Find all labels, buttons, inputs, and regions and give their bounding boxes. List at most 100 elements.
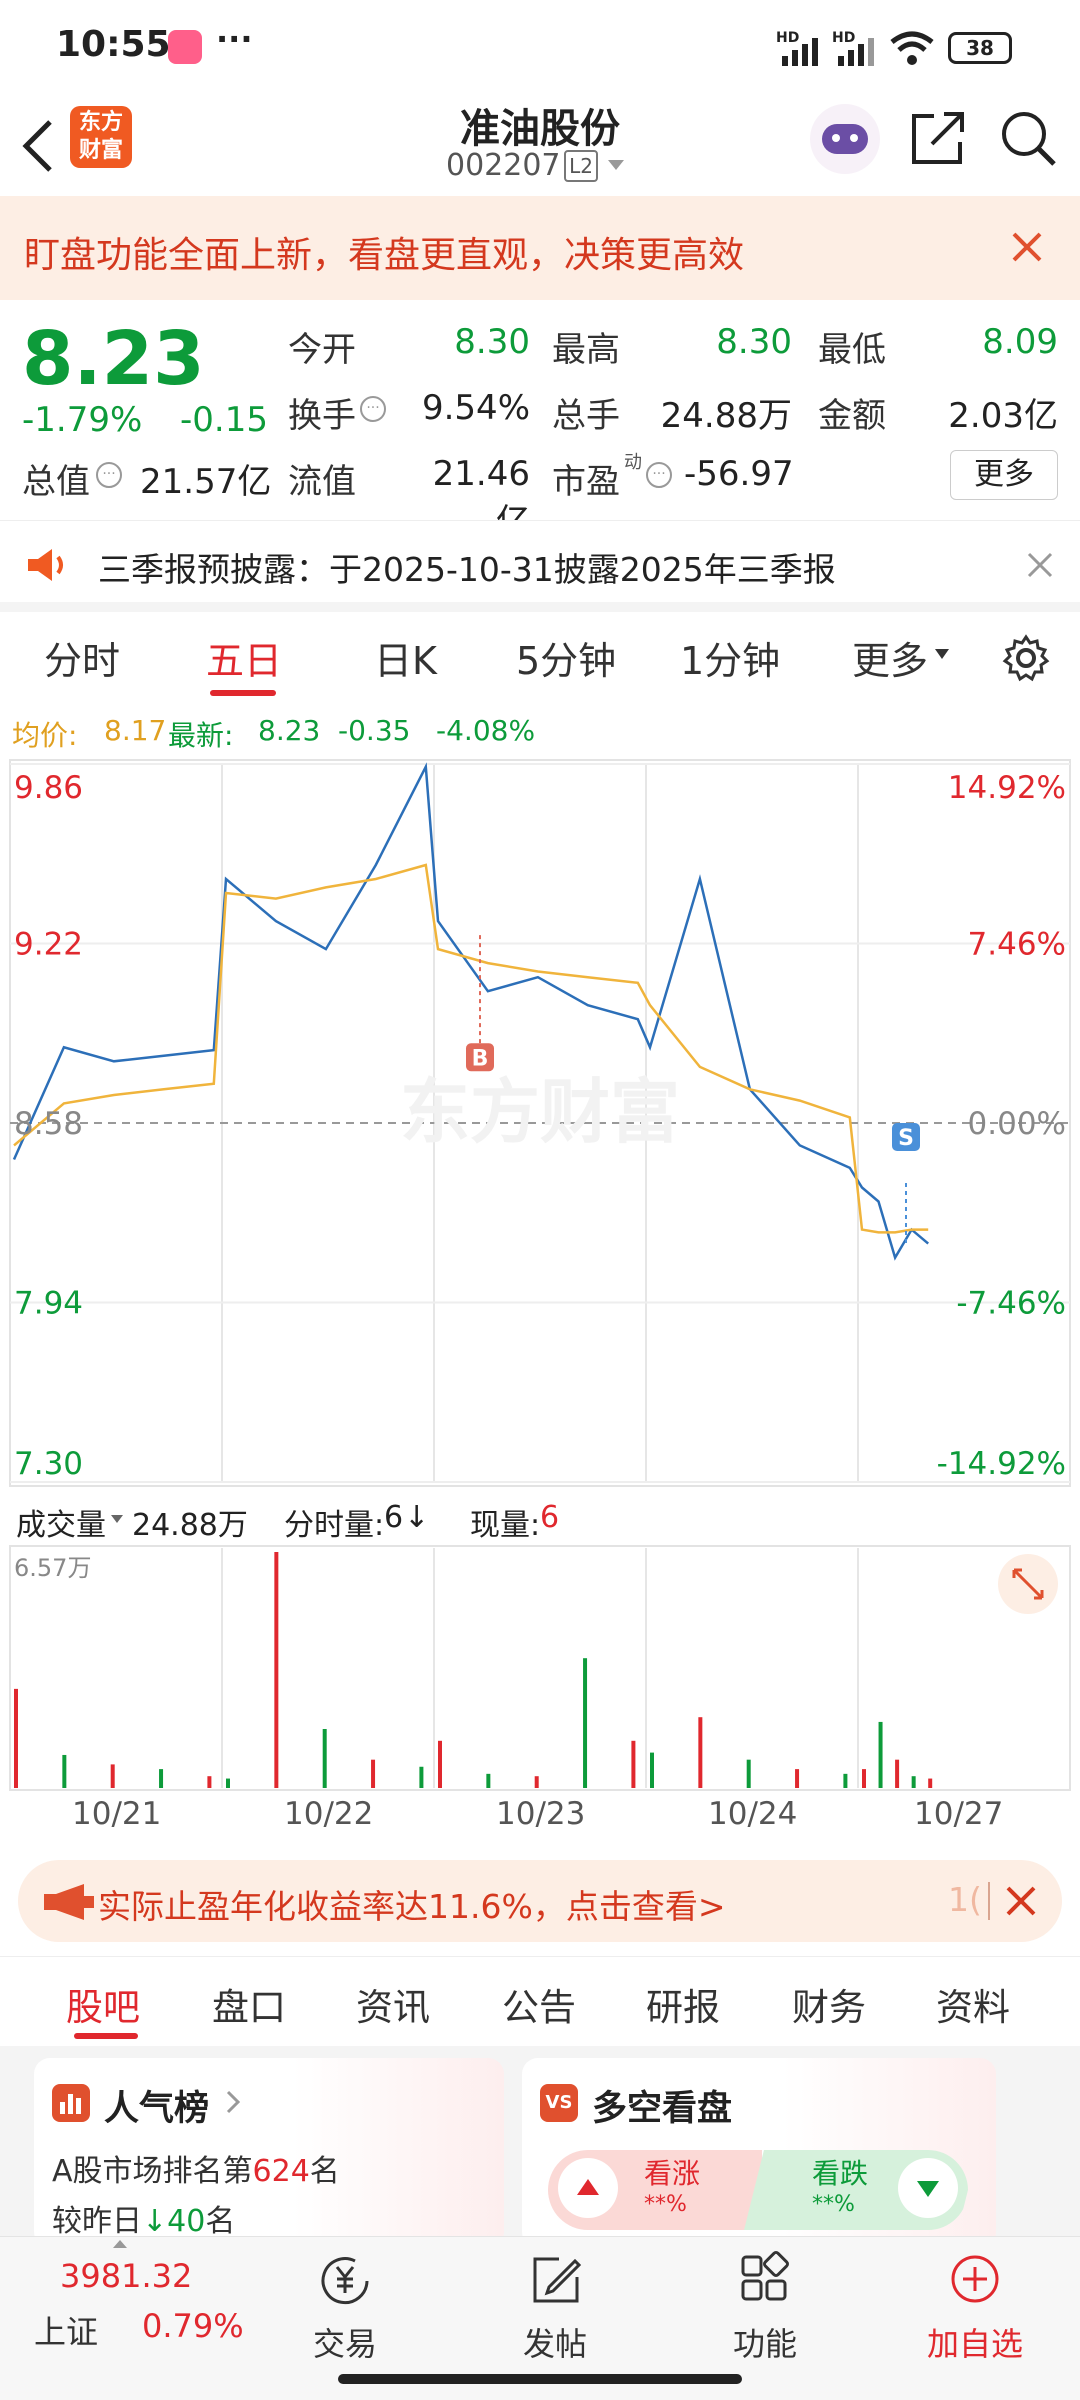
promo-banner[interactable]: 实际止盈年化收益率达11.6%，点击查看> 1(: [18, 1860, 1062, 1942]
y-tick-left: 7.30: [14, 1446, 83, 1482]
more-button[interactable]: 更多: [950, 450, 1058, 500]
volume-bar: [698, 1717, 703, 1788]
speaker-icon: [28, 549, 63, 581]
tab-more-dropdown-icon[interactable]: [934, 648, 950, 660]
x-axis-label: 10/23: [496, 1796, 586, 1832]
popularity-card[interactable]: 人气榜 A股市场排名第624名 较昨日↓40名: [34, 2058, 504, 2248]
logo-line2: 财富: [78, 138, 123, 163]
tab-1min[interactable]: 1分钟: [680, 630, 780, 685]
vote-up-label: 看涨: [644, 2157, 701, 2190]
volume-bar: [226, 1778, 230, 1788]
promo-close-icon[interactable]: [1004, 1884, 1038, 1918]
home-indicator[interactable]: [338, 2374, 742, 2384]
bull-bear-card[interactable]: VS 多空看盘 看涨 **% 看跌 **%: [522, 2058, 996, 2248]
tab-more[interactable]: 更多: [852, 630, 928, 685]
rank-down-arrow-icon: ↓: [142, 2204, 168, 2239]
fenshi-volume-label: 分时量:: [284, 1508, 385, 1543]
volume-bar: [159, 1769, 164, 1788]
trade-marker-s: S: [898, 1126, 914, 1151]
nav-bar: 东方 财富 准油股份 002207 L2: [0, 96, 1080, 196]
tab-announcements[interactable]: 公告: [502, 1977, 576, 2031]
current-volume-label: 现量:: [470, 1508, 541, 1543]
volume-bar: [895, 1759, 900, 1788]
volume-bar: [928, 1778, 933, 1788]
dropdown-icon[interactable]: [606, 158, 626, 172]
info-icon-3[interactable]: ···: [646, 462, 672, 488]
add-watchlist-label: 加自选: [926, 2325, 1023, 2363]
app-logo[interactable]: 东方 财富: [70, 106, 132, 168]
low-value: 8.09: [982, 322, 1058, 362]
back-icon[interactable]: [18, 116, 58, 176]
latest-change: -0.35: [338, 714, 411, 747]
volume-bar: [631, 1740, 636, 1788]
tab-finance[interactable]: 财务: [792, 1977, 866, 2031]
index-name[interactable]: 上证: [34, 2307, 98, 2353]
tab-daily-k[interactable]: 日K: [374, 630, 437, 685]
volume-bar: [274, 1552, 279, 1788]
volume-bar: [746, 1759, 751, 1788]
rank-value: 624: [252, 2154, 310, 2189]
level2-badge[interactable]: L2: [564, 150, 598, 182]
volume-selector[interactable]: 成交量: [16, 1500, 106, 1544]
share-icon[interactable]: [908, 108, 968, 168]
latest-value: 8.23: [258, 714, 321, 747]
current-volume-value: 6: [540, 1500, 560, 1535]
trade-tab[interactable]: 交易: [270, 2251, 420, 2365]
rank-prefix: A股市场排名第: [52, 2154, 253, 2189]
volume-bar: [419, 1766, 424, 1788]
tab-profile[interactable]: 资料: [936, 1977, 1010, 2031]
volume-value: 24.88万: [660, 396, 792, 436]
info-icon-2[interactable]: ···: [96, 462, 122, 488]
price-chart[interactable]: 东方财富 B S 9.86 14.92% 9.22 7.46% 8.58 0.00% 7.94…: [0, 756, 1080, 1492]
add-watchlist-tab[interactable]: 加自选: [900, 2251, 1050, 2365]
vote-up-button[interactable]: [558, 2158, 618, 2218]
close-icon[interactable]: [1010, 230, 1044, 264]
volume-bar: [371, 1759, 376, 1788]
down-triangle-icon: [917, 2181, 939, 2197]
feature-banner[interactable]: 盯盘功能全面上新，看盘更直观，决策更高效: [0, 196, 1080, 300]
y-tick-left: 7.94: [14, 1286, 83, 1322]
x-axis-labels: 10/21 10/22 10/23 10/24 10/27: [0, 1796, 1080, 1846]
pe-superscript: 动: [624, 452, 642, 473]
volume-bar: [911, 1776, 916, 1788]
high-value: 8.30: [716, 322, 792, 362]
vs-badge: VS: [540, 2084, 578, 2122]
volume-down-arrow: ↓: [404, 1500, 430, 1535]
info-icon[interactable]: ···: [360, 396, 386, 422]
volume-chart[interactable]: 6.57万: [0, 1544, 1080, 1794]
tab-5min[interactable]: 5分钟: [516, 630, 616, 685]
y-tick-right: -7.46%: [956, 1286, 1066, 1322]
post-tab[interactable]: 发帖: [480, 2251, 630, 2365]
fenshi-volume-value: 6: [384, 1500, 404, 1535]
index-value[interactable]: 3981.32: [60, 2257, 192, 2295]
notice-bar[interactable]: 三季报预披露：于2025-10-31披露2025年三季报: [0, 520, 1080, 612]
active-tab-indicator: [210, 690, 276, 696]
tab-pankou[interactable]: 盘口: [212, 1977, 286, 2031]
change-amount: -0.15: [180, 400, 268, 440]
tab-news[interactable]: 资讯: [356, 1977, 430, 2031]
open-value: 8.30: [454, 322, 530, 362]
more-notifications-icon: ···: [216, 20, 253, 58]
market-cap-label: 总值: [22, 462, 90, 502]
notice-close-icon[interactable]: [1026, 551, 1054, 579]
tab-fenshi[interactable]: 分时: [44, 630, 120, 685]
vote-up-value: **%: [644, 2192, 687, 2217]
x-axis-label: 10/21: [72, 1796, 162, 1832]
sub-tab-indicator: [74, 2033, 138, 2039]
avg-value: 8.17: [104, 714, 167, 747]
tab-research[interactable]: 研报: [646, 1977, 720, 2031]
promo-divider: [988, 1882, 990, 1920]
settings-gear-icon[interactable]: [1002, 634, 1050, 682]
rank-suffix: 名: [309, 2154, 340, 2189]
assistant-avatar-icon[interactable]: [810, 104, 880, 174]
vote-down-button[interactable]: [898, 2158, 958, 2218]
volume-dropdown-icon[interactable]: [110, 1514, 124, 1524]
tab-guba[interactable]: 股吧: [66, 1977, 140, 2031]
tab-five-day[interactable]: 五日: [206, 630, 282, 685]
index-percent[interactable]: 0.79%: [142, 2307, 244, 2345]
turnover-label: 换手: [288, 396, 356, 436]
volume-bar: [795, 1769, 800, 1788]
chevron-right-icon: [226, 2090, 240, 2114]
search-icon[interactable]: [998, 108, 1058, 168]
functions-tab[interactable]: 功能: [690, 2251, 840, 2365]
